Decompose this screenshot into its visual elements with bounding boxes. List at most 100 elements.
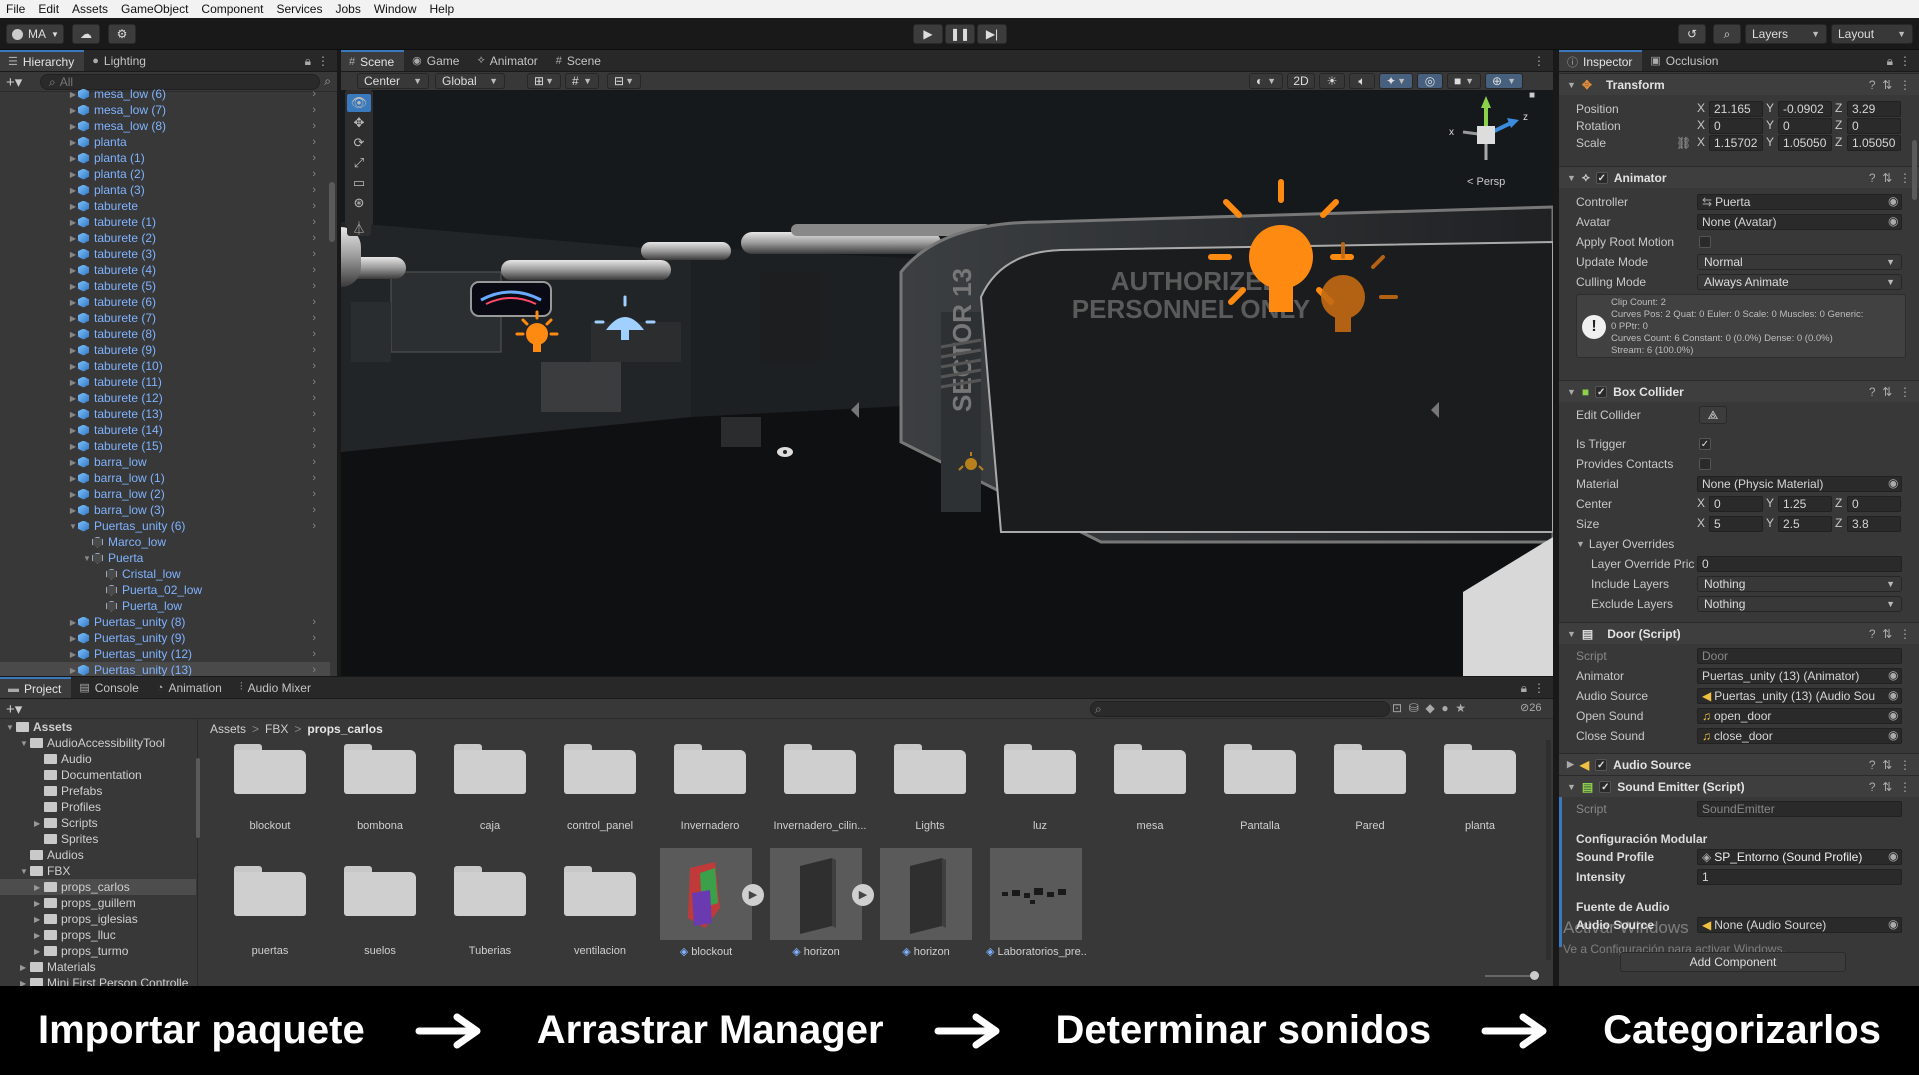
axis-label-x[interactable]: X — [1697, 101, 1705, 115]
layers-dropdown[interactable]: Layers ▼ — [1745, 24, 1827, 44]
hierarchy-item[interactable]: Puerta_02_low — [0, 582, 330, 598]
folder-label[interactable]: blockout — [220, 820, 320, 832]
provides-contacts-checkbox[interactable] — [1699, 458, 1711, 470]
more-icon[interactable]: ⋮ — [1533, 54, 1545, 68]
folder-icon[interactable] — [234, 866, 306, 916]
open-prefab-icon[interactable]: › — [312, 344, 316, 356]
rotation-y-field[interactable]: 0 — [1778, 118, 1832, 134]
hierarchy-item[interactable]: ▶ taburete (9) › — [0, 342, 330, 358]
hierarchy-item[interactable]: ▶ planta (1) › — [0, 150, 330, 166]
open-prefab-icon[interactable]: › — [312, 424, 316, 436]
folder-icon[interactable] — [1444, 744, 1516, 794]
hierarchy-item[interactable]: ▶ taburete (8) › — [0, 326, 330, 342]
persp-label[interactable]: < Persp — [1467, 176, 1505, 188]
folder-icon[interactable] — [564, 744, 636, 794]
move-tool-icon[interactable]: ✥ — [347, 114, 371, 132]
axis-label-x[interactable]: X — [1697, 516, 1705, 530]
project-tree-item[interactable]: ▶ Materials — [0, 959, 196, 975]
scale-z-field[interactable]: 1.05050 — [1847, 135, 1901, 151]
pause-button[interactable]: ❚❚ — [945, 24, 975, 44]
folder-label[interactable]: Invernadero_cilin... — [770, 820, 870, 832]
open-prefab-icon[interactable]: › — [312, 488, 316, 500]
hierarchy-item[interactable]: ▶ Puertas_unity (13) › — [0, 662, 330, 676]
object-picker-icon[interactable]: ◉ — [1888, 476, 1898, 490]
open-prefab-icon[interactable]: › — [312, 328, 316, 340]
open-prefab-icon[interactable]: › — [312, 472, 316, 484]
breadcrumb-fbx[interactable]: FBX — [265, 722, 288, 736]
hierarchy-item[interactable]: ▶ barra_low (3) › — [0, 502, 330, 518]
component-menu-icons[interactable]: ? ⇅ ⋮ — [1869, 171, 1911, 185]
scale-tool-icon[interactable]: ⤢ — [347, 154, 371, 172]
door-audio-field[interactable]: ◀ Puertas_unity (13) (Audio Sou — [1697, 688, 1902, 704]
open-prefab-icon[interactable]: › — [312, 360, 316, 372]
more-icon[interactable]: ⋮ — [1533, 681, 1545, 695]
tab-inspector[interactable]: ⓘ Inspector — [1559, 50, 1643, 71]
menu-help[interactable]: Help — [424, 2, 462, 16]
folder-label[interactable]: Lights — [880, 820, 980, 832]
search-icon[interactable]: ⌕ — [1713, 24, 1741, 44]
axis-label-x[interactable]: X — [1697, 118, 1705, 132]
chevron-right-icon[interactable]: ▶ — [34, 947, 44, 956]
chevron-right-icon[interactable]: ▶ — [68, 138, 78, 147]
folder-label[interactable]: Invernadero — [660, 820, 760, 832]
chevron-right-icon[interactable]: ▶ — [68, 170, 78, 179]
material-field[interactable]: None (Physic Material) — [1697, 476, 1902, 492]
culling-mode-dropdown[interactable]: Always Animate ▼ — [1697, 274, 1902, 290]
component-menu-icons[interactable]: ? ⇅ ⋮ — [1869, 758, 1911, 772]
open-prefab-icon[interactable]: › — [312, 296, 316, 308]
chevron-right-icon[interactable]: ▶ — [68, 154, 78, 163]
asset-label[interactable]: ◈ Laboratorios_pre... — [986, 945, 1086, 958]
link-icon[interactable]: ⛓ — [1676, 136, 1691, 150]
chevron-right-icon[interactable]: ▶ — [68, 234, 78, 243]
animator-enabled-checkbox[interactable]: ✓ — [1595, 171, 1608, 184]
asset-thumbnail[interactable] — [880, 848, 972, 940]
folder-label[interactable]: puertas — [220, 945, 320, 957]
open-prefab-icon[interactable]: › — [312, 376, 316, 388]
hierarchy-item[interactable]: ▶ taburete (3) › — [0, 246, 330, 262]
center-z-field[interactable]: 0 — [1847, 496, 1901, 512]
asset-thumbnail[interactable] — [660, 848, 752, 940]
folder-label[interactable]: Tuberias — [440, 945, 540, 957]
tab-scene-2[interactable]: # Scene — [548, 50, 611, 71]
exclude-layers-dropdown[interactable]: Nothing ▼ — [1697, 596, 1902, 612]
asset-thumbnail[interactable] — [990, 848, 1082, 940]
chevron-right-icon[interactable]: ▶ — [68, 506, 78, 515]
chevron-right-icon[interactable]: ▶ — [68, 90, 78, 99]
grid-dropdown[interactable]: # ▼ — [565, 73, 599, 89]
open-prefab-icon[interactable]: › — [312, 408, 316, 420]
size-y-field[interactable]: 2.5 — [1778, 516, 1832, 532]
folder-label[interactable]: bombona — [330, 820, 430, 832]
camera-dropdown[interactable]: ■ ▼ — [1447, 73, 1481, 89]
axis-label-x[interactable]: X — [1697, 496, 1705, 510]
tab-animator[interactable]: ⟡ Animator — [469, 50, 547, 71]
lock-icon[interactable]: 🔒︎ — [1887, 54, 1893, 69]
chevron-down-icon[interactable]: ▼ — [20, 739, 30, 748]
controller-field[interactable]: ⇆ Puerta — [1697, 194, 1902, 210]
folder-icon[interactable] — [1004, 744, 1076, 794]
chevron-right-icon[interactable]: ▶ — [68, 202, 78, 211]
open-prefab-icon[interactable]: › — [312, 664, 316, 676]
tab-game[interactable]: ◉ Game — [404, 50, 469, 71]
folder-label[interactable]: Pantalla — [1210, 820, 1310, 832]
tab-console[interactable]: ▤ Console — [71, 677, 148, 698]
project-tree-item[interactable]: ▶ props_iglesias — [0, 911, 196, 927]
sound-emitter-header[interactable]: ▼ ▤ ✓ Sound Emitter (Script) ? ⇅ ⋮ — [1559, 775, 1919, 797]
scene-viewport[interactable]: SECTOR 13 AUTHORIZED PERSONNEL ONLY 👁︎ ✥… — [341, 72, 1553, 676]
custom-tool-icon[interactable]: ⏃ — [347, 218, 371, 236]
hierarchy-item[interactable]: ▶ taburete (5) › — [0, 278, 330, 294]
edit-collider-button[interactable]: ⟁ — [1699, 406, 1727, 424]
avatar-field[interactable]: None (Avatar) — [1697, 214, 1902, 230]
open-prefab-icon[interactable]: › — [312, 616, 316, 628]
axis-label-z[interactable]: Z — [1835, 496, 1842, 510]
rotation-x-field[interactable]: 0 — [1709, 118, 1763, 134]
hierarchy-item[interactable]: ▶ taburete (7) › — [0, 310, 330, 326]
hierarchy-item[interactable]: ▶ planta (3) › — [0, 182, 330, 198]
open-prefab-icon[interactable]: › — [312, 264, 316, 276]
more-icon[interactable]: ⋮ — [317, 54, 329, 68]
is-trigger-checkbox[interactable]: ✓ — [1699, 438, 1711, 450]
menu-assets[interactable]: Assets — [66, 2, 115, 16]
position-z-field[interactable]: 3.29 — [1847, 101, 1901, 117]
add-component-button[interactable]: Add Component — [1620, 952, 1846, 972]
chevron-right-icon[interactable]: ▶ — [68, 634, 78, 643]
project-tree-item[interactable]: Documentation — [0, 767, 196, 783]
